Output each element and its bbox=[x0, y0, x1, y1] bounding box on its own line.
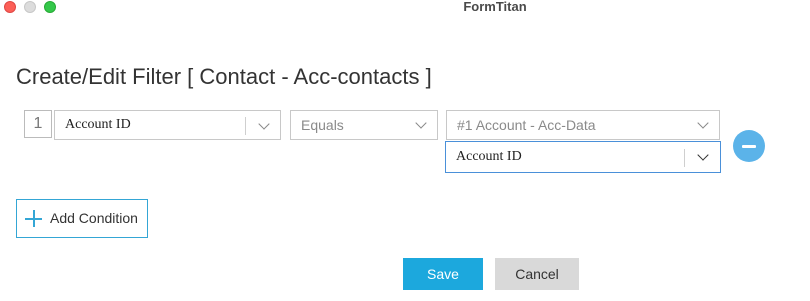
cancel-button[interactable]: Cancel bbox=[495, 258, 579, 290]
value-select[interactable]: Account ID bbox=[445, 141, 721, 173]
source-select-value: #1 Account - Acc-Data bbox=[457, 117, 596, 133]
remove-condition-button[interactable] bbox=[733, 130, 765, 162]
field-select[interactable]: Account ID bbox=[54, 110, 281, 140]
add-condition-button[interactable]: Add Condition bbox=[16, 199, 148, 238]
operator-select-value: Equals bbox=[301, 117, 344, 133]
window-titlebar: FormTitan bbox=[0, 0, 810, 16]
source-select[interactable]: #1 Account - Acc-Data bbox=[446, 110, 720, 140]
condition-index: 1 bbox=[24, 110, 52, 138]
page-title: Create/Edit Filter [ Contact - Acc-conta… bbox=[16, 64, 432, 89]
chevron-down-icon[interactable] bbox=[697, 149, 709, 161]
chevron-down-icon[interactable] bbox=[258, 118, 270, 130]
save-button[interactable]: Save bbox=[403, 258, 483, 290]
select-divider bbox=[245, 117, 246, 135]
minus-icon bbox=[742, 144, 756, 148]
select-divider bbox=[684, 149, 685, 167]
plus-icon bbox=[25, 210, 42, 227]
chevron-down-icon[interactable] bbox=[697, 117, 709, 129]
chevron-down-icon[interactable] bbox=[415, 117, 427, 129]
add-condition-label: Add Condition bbox=[50, 210, 138, 226]
operator-select[interactable]: Equals bbox=[290, 110, 438, 140]
value-select-value: Account ID bbox=[456, 149, 522, 164]
field-select-value: Account ID bbox=[65, 117, 131, 132]
window-title: FormTitan bbox=[463, 0, 527, 14]
